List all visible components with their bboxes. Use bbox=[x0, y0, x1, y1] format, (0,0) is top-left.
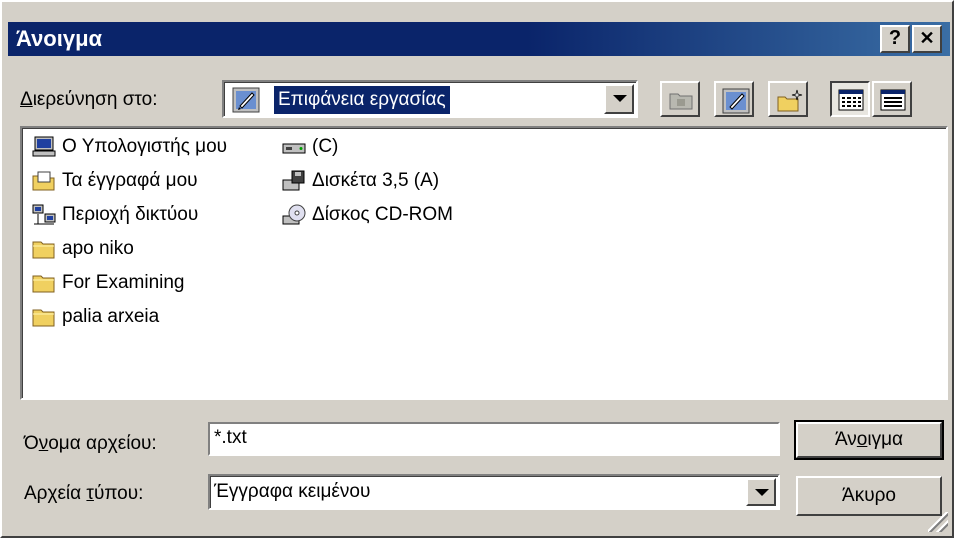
close-button[interactable]: ✕ bbox=[912, 25, 942, 53]
file-list[interactable]: Ο Υπολογιστής μου Τα έγγραφά μου Περιοχή… bbox=[20, 126, 948, 400]
cd-rom-icon bbox=[282, 204, 306, 226]
folder-icon bbox=[32, 306, 56, 328]
open-dialog: Άνοιγμα ? ✕ Διερεύνηση στο: Επιφάνεια ερ… bbox=[0, 0, 954, 538]
floppy-icon bbox=[282, 170, 306, 192]
folder-icon bbox=[32, 238, 56, 260]
lookin-value: Επιφάνεια εργασίας bbox=[274, 86, 450, 114]
network-icon bbox=[32, 204, 56, 226]
filetype-label: Αρχεία τύπου: bbox=[24, 483, 144, 504]
help-button[interactable]: ? bbox=[880, 25, 910, 53]
new-folder-button[interactable] bbox=[768, 81, 808, 117]
title-bar[interactable]: Άνοιγμα ? ✕ bbox=[8, 22, 950, 56]
filename-input[interactable]: *.txt bbox=[208, 422, 780, 456]
my-computer-icon bbox=[32, 136, 56, 158]
lookin-dropdown-button[interactable] bbox=[604, 84, 634, 114]
resize-grip[interactable] bbox=[928, 512, 948, 532]
folder-icon bbox=[32, 272, 56, 294]
lookin-label: Διερεύνηση στο: bbox=[20, 89, 158, 110]
filename-label: Όνομα αρχείου: bbox=[24, 433, 157, 454]
open-button[interactable]: Άνοιγμα bbox=[794, 420, 944, 460]
desktop-icon bbox=[232, 87, 260, 113]
lookin-combo[interactable]: Επιφάνεια εργασίας bbox=[222, 80, 638, 118]
list-view-button[interactable] bbox=[830, 81, 870, 117]
dialog-title: Άνοιγμα bbox=[16, 26, 103, 51]
up-one-level-button[interactable] bbox=[660, 81, 700, 117]
desktop-button[interactable] bbox=[714, 81, 754, 117]
filetype-combo[interactable]: Έγγραφα κειμένου bbox=[208, 474, 780, 510]
filetype-value: Έγγραφα κειμένου bbox=[214, 481, 371, 502]
my-documents-icon bbox=[32, 170, 56, 192]
filetype-dropdown-button[interactable] bbox=[746, 478, 776, 506]
cancel-button[interactable]: Άκυρο bbox=[796, 476, 942, 516]
details-view-button[interactable] bbox=[872, 81, 912, 117]
hard-drive-icon bbox=[282, 136, 306, 158]
